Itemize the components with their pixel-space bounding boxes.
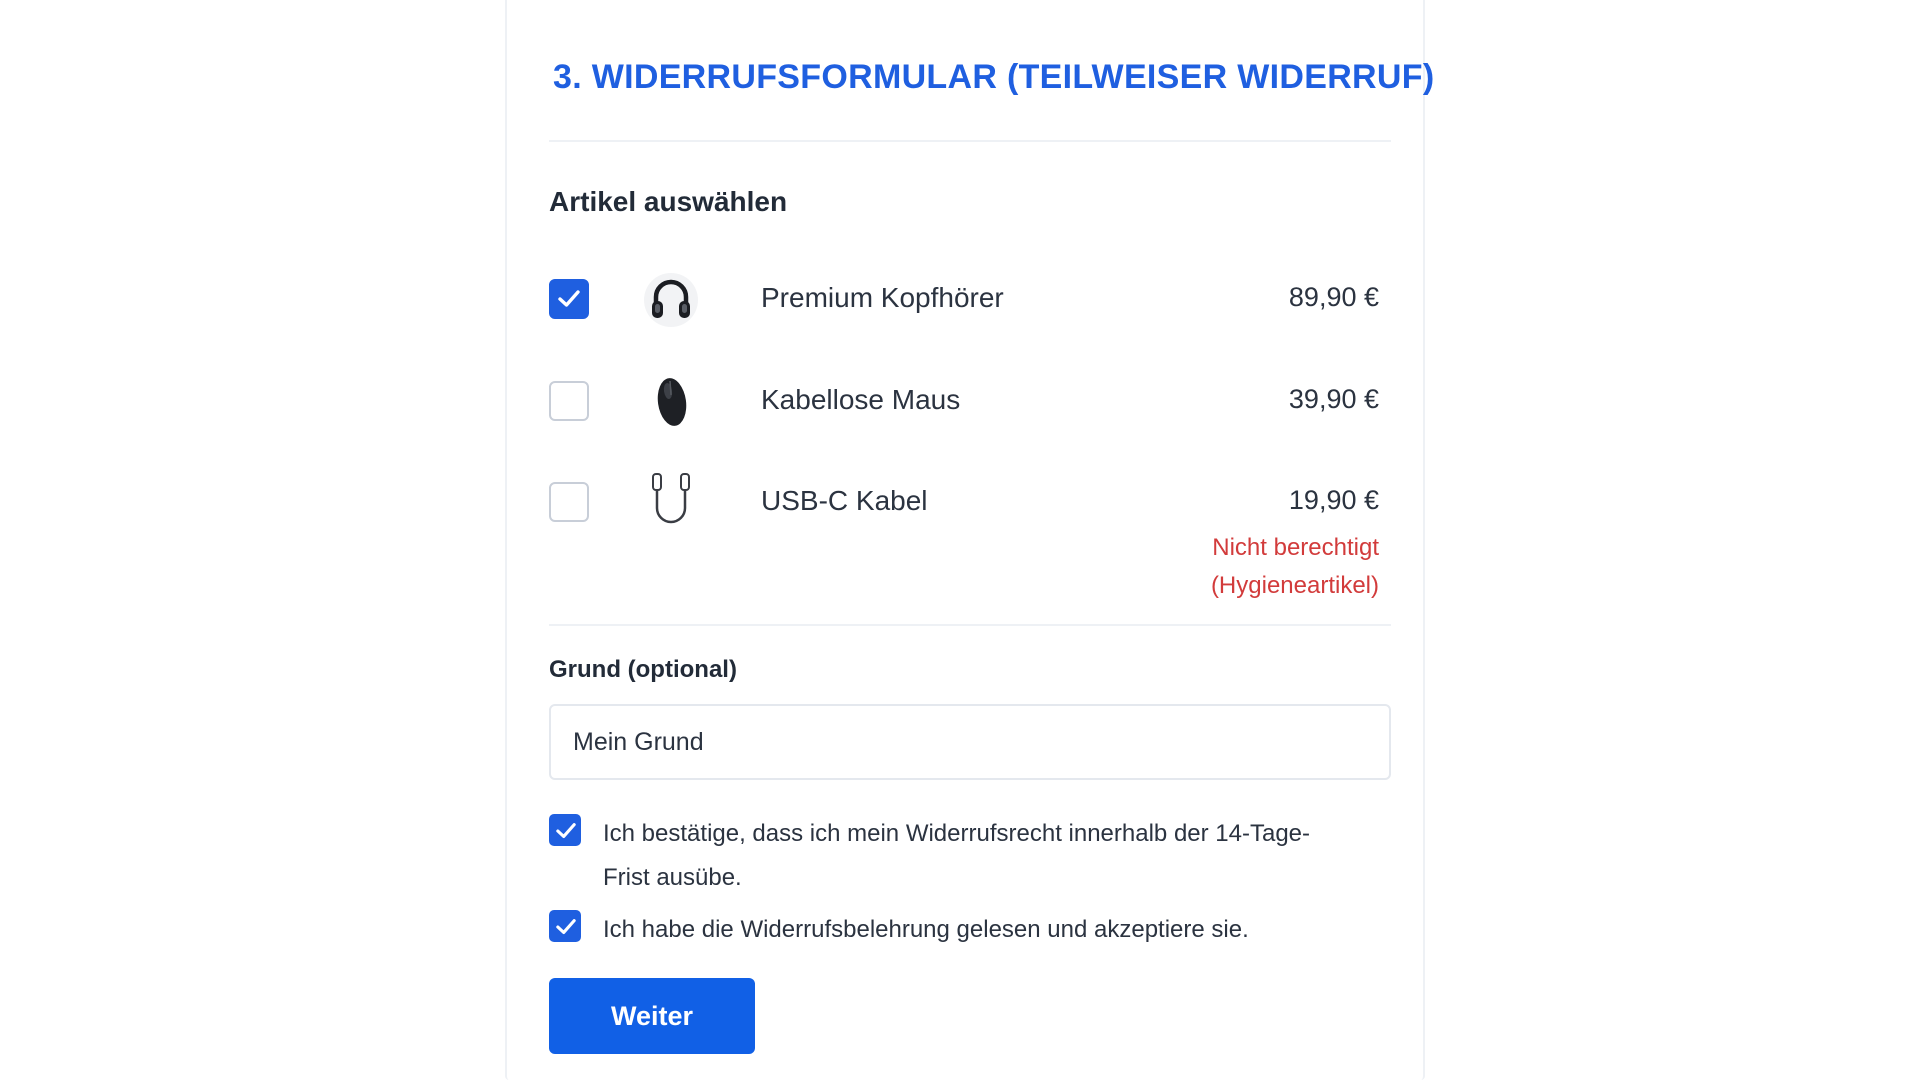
confirm-deadline-text: Ich bestätige, dass ich mein Widerrufsre… — [603, 820, 1311, 891]
item-price: 19,90 € — [1288, 485, 1379, 515]
item-price: 39,90 € — [1288, 384, 1379, 414]
usb-c-cable-icon — [652, 473, 690, 524]
item-row-usb-c-cable[interactable]: USB-C Kabel 19,90 € Nicht berechtigt (Hy… — [549, 467, 1389, 599]
checkmark-icon — [556, 823, 576, 838]
items-divider — [549, 624, 1391, 626]
item-checkbox-usb-c-cable[interactable] — [549, 482, 589, 522]
item-name: Kabellose Maus — [761, 384, 961, 415]
confirm-terms-checkbox[interactable] — [549, 910, 581, 942]
withdrawal-form-panel: 3. WIDERRUFSFORMULAR (TEILWEISER WIDERRU… — [505, 0, 1434, 1080]
item-row-wireless-mouse[interactable]: Kabellose Maus 39,90 € — [549, 366, 1389, 436]
form-title: 3. WIDERRUFSFORMULAR (TEILWEISER WIDERRU… — [553, 58, 1435, 96]
checkmark-icon — [556, 919, 576, 934]
headphones-icon — [644, 273, 698, 327]
confirm-deadline-checkbox[interactable] — [549, 814, 581, 846]
item-row-premium-headphones[interactable]: Premium Kopfhörer 89,90 € — [549, 264, 1389, 334]
reason-input[interactable] — [549, 704, 1391, 780]
not-eligible-note: Nicht berechtigt (Hygieneartikel) — [1210, 534, 1379, 599]
reason-label: Grund (optional) — [549, 656, 737, 683]
title-divider — [549, 140, 1391, 142]
checkmark-icon — [558, 290, 580, 307]
item-checkbox-premium-headphones[interactable] — [549, 279, 589, 319]
mouse-icon — [657, 378, 687, 426]
item-name: Premium Kopfhörer — [761, 282, 1004, 313]
next-button[interactable]: Weiter — [549, 978, 755, 1054]
item-price: 89,90 € — [1288, 282, 1379, 312]
confirm-terms-text: Ich habe die Widerrufsbelehrung gelesen … — [603, 916, 1249, 943]
item-name: USB-C Kabel — [761, 485, 928, 516]
section-title: Artikel auswählen — [549, 186, 788, 217]
item-checkbox-wireless-mouse[interactable] — [549, 381, 589, 421]
